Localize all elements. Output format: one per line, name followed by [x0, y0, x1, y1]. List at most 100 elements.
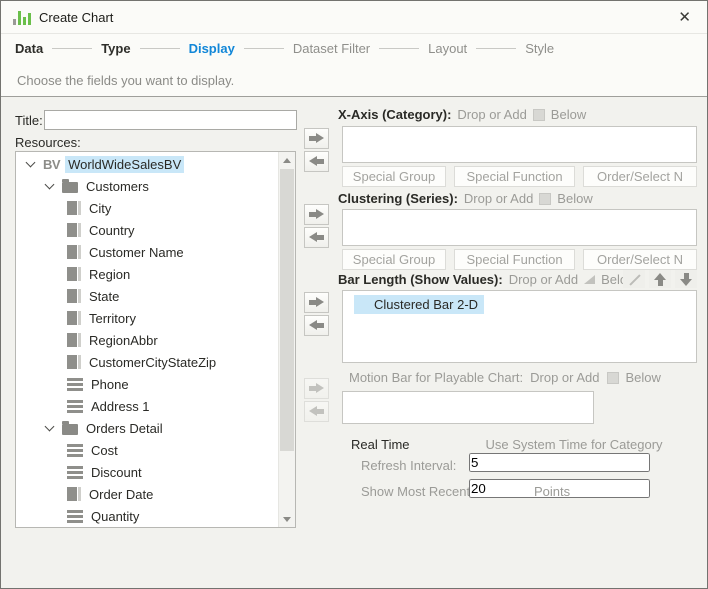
move-left-button[interactable] [304, 227, 329, 248]
tree-item[interactable]: Discount [16, 461, 278, 483]
tree-item[interactable]: Quantity [16, 505, 278, 527]
tree-item[interactable]: CustomerCityStateZip [16, 351, 278, 373]
step-layout[interactable]: Layout [428, 41, 467, 56]
scrollbar-thumb[interactable] [280, 169, 294, 451]
folder-icon [62, 182, 78, 193]
order-select-n-button: Order/Select N [583, 249, 697, 270]
tree-item[interactable]: Customers [16, 175, 278, 197]
step-display[interactable]: Display [189, 41, 235, 56]
scroll-up-icon[interactable] [279, 152, 295, 168]
arrow-left-icon [309, 406, 324, 417]
tree-item-label: Customers [83, 178, 152, 195]
drop-target-icon [584, 275, 595, 284]
cube-icon [67, 311, 81, 325]
cube-icon [67, 245, 81, 259]
arrow-down-icon [680, 273, 692, 286]
title-label: Title: [15, 113, 44, 128]
special-function-button: Special Function [454, 166, 575, 187]
edit-button [623, 270, 645, 288]
drop-hint-text: Below [626, 370, 661, 385]
drop-target-icon [539, 193, 551, 205]
tree-item[interactable]: Order Date [16, 483, 278, 505]
tree-item-label: Orders Detail [83, 420, 166, 437]
cube-icon [67, 267, 81, 281]
bar-length-drop-area[interactable]: Clustered Bar 2-D [342, 290, 697, 363]
special-function-button: Special Function [454, 249, 575, 270]
chevron-down-icon[interactable] [43, 181, 57, 191]
move-left-button[interactable] [304, 315, 329, 336]
tree-item[interactable]: Address 1 [16, 395, 278, 417]
motion-bar-row: Motion Bar for Playable Chart: Drop or A… [342, 370, 661, 385]
step-data[interactable]: Data [15, 41, 43, 56]
chart-title-row: Title: [15, 110, 297, 130]
tree-item[interactable]: BVWorldWideSalesBV [16, 153, 278, 175]
tree-item-label: Order Date [86, 486, 156, 503]
tree-item[interactable]: Cost [16, 439, 278, 461]
drop-target-icon [533, 109, 545, 121]
refresh-interval-label: Refresh Interval: [361, 458, 456, 473]
tree-scrollbar[interactable] [278, 152, 295, 527]
cube-icon [67, 333, 81, 347]
tree-item-label: Phone [88, 376, 132, 393]
show-most-recent-label: Show Most Recent: [361, 484, 474, 499]
bar-length-item[interactable]: Clustered Bar 2-D [354, 295, 484, 314]
tree-item[interactable]: City [16, 197, 278, 219]
scroll-down-icon[interactable] [279, 511, 295, 527]
resources-tree: BVWorldWideSalesBV Customers City Country Cu… [15, 151, 296, 528]
tree-item[interactable]: Region [16, 263, 278, 285]
title-bar: Create Chart ✕ [1, 1, 707, 34]
drop-hint-text: Below [557, 191, 592, 206]
resources-label: Resources: [15, 135, 81, 150]
tree-item[interactable]: RegionAbbr [16, 329, 278, 351]
clustering-title: Clustering (Series): [338, 191, 458, 206]
close-icon[interactable]: ✕ [672, 8, 697, 27]
bv-icon: BV [43, 157, 60, 172]
drop-hint-text: Drop or Add [530, 370, 599, 385]
refresh-interval-input[interactable] [469, 453, 650, 472]
tree-item[interactable]: Customer Name [16, 241, 278, 263]
create-chart-dialog: Create Chart ✕ Data Type Display Dataset Fi… [0, 0, 708, 589]
move-right-button[interactable] [304, 128, 329, 149]
tree-item-label: Customer Name [86, 244, 187, 261]
x-axis-section-label: X-Axis (Category): Drop or Add Below [338, 107, 586, 122]
chart-logo-icon [13, 9, 31, 25]
dialog-header: Create Chart ✕ Data Type Display Dataset Fi… [1, 1, 707, 97]
step-style[interactable]: Style [525, 41, 554, 56]
page-description: Choose the fields you want to display. [1, 62, 707, 88]
clustering-drop-area[interactable] [342, 209, 697, 246]
tree-item[interactable]: Orders Detail [16, 417, 278, 439]
tree-item-label: Cost [88, 442, 121, 459]
cube-icon [67, 201, 81, 215]
real-time-label: Real Time [351, 437, 410, 452]
step-connector [379, 48, 419, 49]
arrow-right-icon [309, 133, 324, 144]
lines-icon [67, 444, 83, 457]
move-left-button[interactable] [304, 151, 329, 172]
arrow-right-icon [309, 297, 324, 308]
tree-item-label: Address 1 [88, 398, 153, 415]
tree-item[interactable]: Phone [16, 373, 278, 395]
chart-title-input[interactable] [44, 110, 297, 130]
tree-item[interactable]: Country [16, 219, 278, 241]
tree-item-label: City [86, 200, 114, 217]
move-right-button[interactable] [304, 204, 329, 225]
pencil-icon [628, 273, 641, 286]
step-type[interactable]: Type [101, 41, 130, 56]
tree-item-label: Discount [88, 464, 145, 481]
bar-length-section-label: Bar Length (Show Values): Drop or Add Be… [338, 272, 636, 287]
step-dataset-filter[interactable]: Dataset Filter [293, 41, 370, 56]
tree-item-label: Region [86, 266, 133, 283]
move-right-button[interactable] [304, 292, 329, 313]
folder-icon [62, 424, 78, 435]
chevron-down-icon[interactable] [24, 159, 38, 169]
chevron-down-icon[interactable] [43, 423, 57, 433]
window-title: Create Chart [39, 10, 113, 25]
step-connector [476, 48, 516, 49]
move-up-button[interactable] [649, 270, 671, 288]
tree-item[interactable]: Territory [16, 307, 278, 329]
move-down-button[interactable] [675, 270, 697, 288]
tree-item-label: Quantity [88, 508, 142, 525]
x-axis-drop-area[interactable] [342, 126, 697, 163]
arrow-up-icon [654, 273, 666, 286]
tree-item[interactable]: State [16, 285, 278, 307]
